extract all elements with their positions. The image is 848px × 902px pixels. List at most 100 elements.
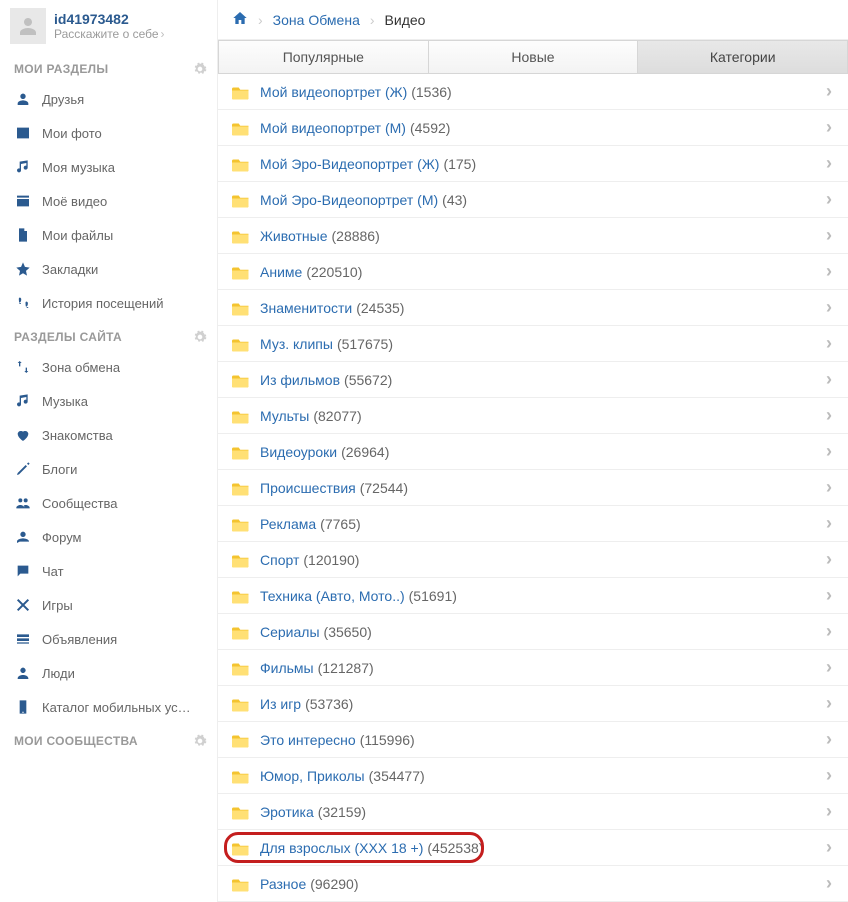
folder-name: Эротика (260, 804, 314, 820)
folder-name: Мой Эро-Видеопортрет (М) (260, 192, 438, 208)
folder-row[interactable]: Мой Эро-Видеопортрет (М) (43)› (218, 182, 848, 218)
sidebar: id41973482 Расскажите о себе› МОИ РАЗДЕЛ… (0, 0, 218, 902)
chevron-right-icon: › (826, 837, 834, 858)
tab-categories[interactable]: Категории (638, 41, 847, 73)
sidebar-item-label: История посещений (42, 296, 164, 311)
people-icon (14, 664, 32, 682)
tab-new[interactable]: Новые (429, 41, 639, 73)
folder-count: (28886) (332, 228, 380, 244)
sidebar-item-label: Зона обмена (42, 360, 120, 375)
chevron-right-icon: › (826, 189, 834, 210)
chevron-right-icon: › (826, 441, 834, 462)
sidebar-item[interactable]: Каталог мобильных ус… (0, 690, 217, 724)
folder-row[interactable]: Эротика (32159)› (218, 794, 848, 830)
sidebar-item[interactable]: Моё видео (0, 184, 217, 218)
sidebar-item[interactable]: Музыка (0, 384, 217, 418)
sidebar-item-label: Сообщества (42, 496, 118, 511)
folder-row[interactable]: Животные (28886)› (218, 218, 848, 254)
sidebar-item-label: Игры (42, 598, 73, 613)
chevron-right-icon: › (826, 765, 834, 786)
folder-icon (232, 408, 250, 424)
folder-row[interactable]: Из игр (53736)› (218, 686, 848, 722)
folder-row[interactable]: Знаменитости (24535)› (218, 290, 848, 326)
sidebar-item[interactable]: Зона обмена (0, 350, 217, 384)
sidebar-item[interactable]: Закладки (0, 252, 217, 286)
folder-row[interactable]: Юмор, Приколы (354477)› (218, 758, 848, 794)
chevron-right-icon: › (826, 801, 834, 822)
star-icon (14, 260, 32, 278)
folder-count: (220510) (306, 264, 362, 280)
folder-row[interactable]: Реклама (7765)› (218, 506, 848, 542)
folder-name: Мой видеопортрет (Ж) (260, 84, 407, 100)
folder-count: (96290) (310, 876, 358, 892)
folder-icon (232, 804, 250, 820)
folder-name: Знаменитости (260, 300, 352, 316)
folder-count: (35650) (324, 624, 372, 640)
folder-row[interactable]: Мой видеопортрет (Ж) (1536)› (218, 74, 848, 110)
folder-row[interactable]: Для взрослых (XXX 18 +) (452538)› (218, 830, 848, 866)
sidebar-item[interactable]: Друзья (0, 82, 217, 116)
breadcrumb-zone[interactable]: Зона Обмена (273, 12, 360, 28)
home-icon[interactable] (232, 10, 248, 29)
section-header-my: МОИ РАЗДЕЛЫ (0, 52, 217, 82)
chevron-right-icon: › (826, 585, 834, 606)
sidebar-item[interactable]: История посещений (0, 286, 217, 320)
sidebar-item[interactable]: Игры (0, 588, 217, 622)
folder-row[interactable]: Муз. клипы (517675)› (218, 326, 848, 362)
folder-row[interactable]: Из фильмов (55672)› (218, 362, 848, 398)
user-block[interactable]: id41973482 Расскажите о себе› (0, 0, 217, 52)
sidebar-item-label: Объявления (42, 632, 117, 647)
gear-icon[interactable] (193, 734, 207, 748)
folder-icon (232, 264, 250, 280)
folder-icon (232, 624, 250, 640)
folder-name: Из игр (260, 696, 301, 712)
chevron-right-icon: › (826, 477, 834, 498)
sidebar-item-label: Закладки (42, 262, 98, 277)
chevron-right-icon: › (826, 225, 834, 246)
folder-icon (232, 588, 250, 604)
sidebar-item[interactable]: Люди (0, 656, 217, 690)
folder-row[interactable]: Сериалы (35650)› (218, 614, 848, 650)
sidebar-item[interactable]: Чат (0, 554, 217, 588)
sidebar-item[interactable]: Форум (0, 520, 217, 554)
sidebar-item[interactable]: Мои файлы (0, 218, 217, 252)
gear-icon[interactable] (193, 62, 207, 76)
folder-row[interactable]: Мульты (82077)› (218, 398, 848, 434)
folder-count: (175) (443, 156, 476, 172)
folder-icon (232, 552, 250, 568)
sidebar-item[interactable]: Мои фото (0, 116, 217, 150)
folder-row[interactable]: Аниме (220510)› (218, 254, 848, 290)
sidebar-item[interactable]: Блоги (0, 452, 217, 486)
folder-name: Происшествия (260, 480, 356, 496)
folder-row[interactable]: Техника (Авто, Мото..) (51691)› (218, 578, 848, 614)
folder-row[interactable]: Происшествия (72544)› (218, 470, 848, 506)
folder-row[interactable]: Разное (96290)› (218, 866, 848, 902)
folder-icon (232, 840, 250, 856)
folder-row[interactable]: Фильмы (121287)› (218, 650, 848, 686)
folder-row[interactable]: Спорт (120190)› (218, 542, 848, 578)
sidebar-item[interactable]: Моя музыка (0, 150, 217, 184)
music-icon (14, 158, 32, 176)
folder-count: (53736) (305, 696, 353, 712)
folder-name: Аниме (260, 264, 302, 280)
folder-icon (232, 192, 250, 208)
sidebar-item[interactable]: Сообщества (0, 486, 217, 520)
folder-row[interactable]: Видеоуроки (26964)› (218, 434, 848, 470)
nav-my: ДрузьяМои фотоМоя музыкаМоё видеоМои фай… (0, 82, 217, 320)
folder-icon (232, 372, 250, 388)
folder-row[interactable]: Мой видеопортрет (М) (4592)› (218, 110, 848, 146)
sidebar-item[interactable]: Знакомства (0, 418, 217, 452)
user-status[interactable]: Расскажите о себе› (54, 27, 165, 41)
gear-icon[interactable] (193, 330, 207, 344)
folder-icon (232, 120, 250, 136)
tab-popular[interactable]: Популярные (219, 41, 429, 73)
chevron-right-icon: › (826, 117, 834, 138)
video-icon (14, 192, 32, 210)
folder-row[interactable]: Мой Эро-Видеопортрет (Ж) (175)› (218, 146, 848, 182)
exchange-icon (14, 358, 32, 376)
folder-count: (7765) (320, 516, 360, 532)
sidebar-item[interactable]: Объявления (0, 622, 217, 656)
folder-name: Из фильмов (260, 372, 340, 388)
file-icon (14, 226, 32, 244)
folder-row[interactable]: Это интересно (115996)› (218, 722, 848, 758)
